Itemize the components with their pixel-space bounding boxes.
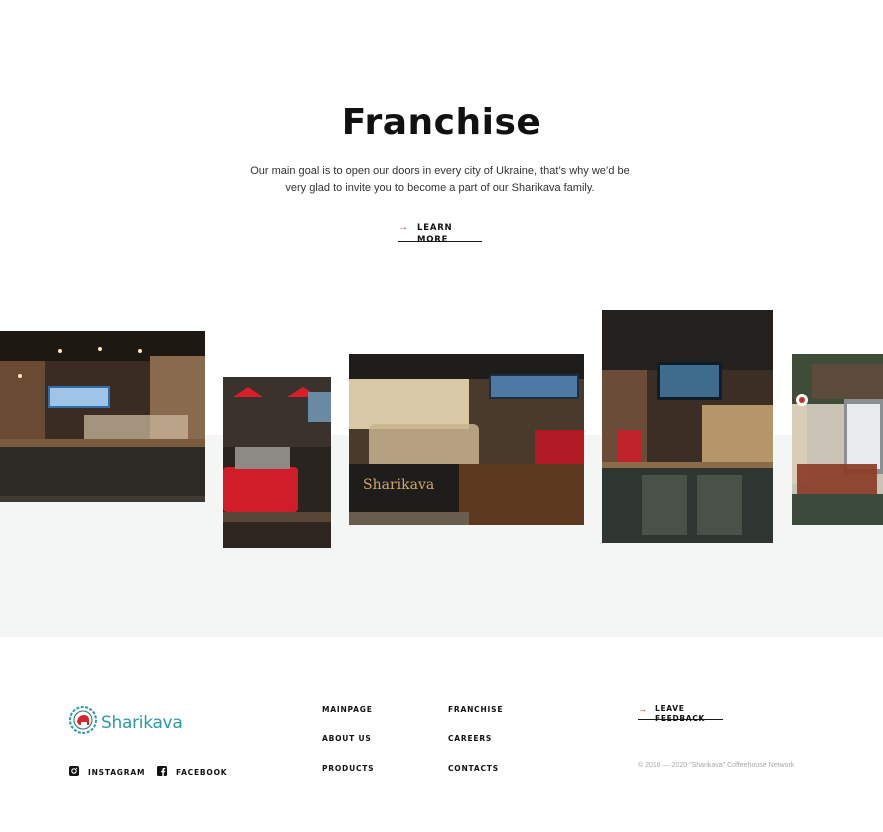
photo-espresso-machine [223,377,331,548]
nav-link-about-us[interactable]: ABOUT US [322,734,372,743]
page-title: Franchise [341,102,542,143]
elephant-logo-icon [69,706,97,739]
copyright-text: © 2016 — 2020 "Sharikava" Coffeehouse Ne… [638,762,795,769]
arrow-right-icon: → [398,222,408,233]
photo-coffee-bar-menu [602,310,773,543]
facebook-link[interactable]: FACEBOOK [157,763,227,781]
facebook-icon [157,763,167,781]
nav-link-mainpage[interactable]: MAINPAGE [322,705,373,714]
facebook-label: FACEBOOK [176,767,228,777]
nav-link-franchise[interactable]: FRANCHISE [448,705,503,714]
leave-feedback-button[interactable]: → LEAVE FEEDBACK [638,704,723,723]
photo-street-terrace [792,354,883,525]
instagram-icon [69,763,79,781]
nav-link-careers[interactable]: CAREERS [448,734,492,743]
learn-more-button[interactable]: → LEARN MORE [398,222,482,245]
learn-more-label: LEARN MORE [417,223,453,245]
counter-sign-text: Sharikava [363,477,434,493]
logo-wordmark: Sharikava [101,712,183,733]
footer-logo[interactable]: Sharikava [69,706,183,739]
instagram-link[interactable]: INSTAGRAM [69,763,145,781]
nav-link-contacts[interactable]: CONTACTS [448,764,499,773]
hero-description: Our main goal is to open our doors in ev… [250,165,630,194]
instagram-label: INSTAGRAM [88,767,146,777]
leave-feedback-label: LEAVE FEEDBACK [655,704,706,723]
arrow-right-icon: → [638,704,647,714]
photo-pastry-counter: Sharikava [349,354,584,525]
photo-counter-interior [0,331,205,502]
nav-link-products[interactable]: PRODUCTS [322,764,374,773]
